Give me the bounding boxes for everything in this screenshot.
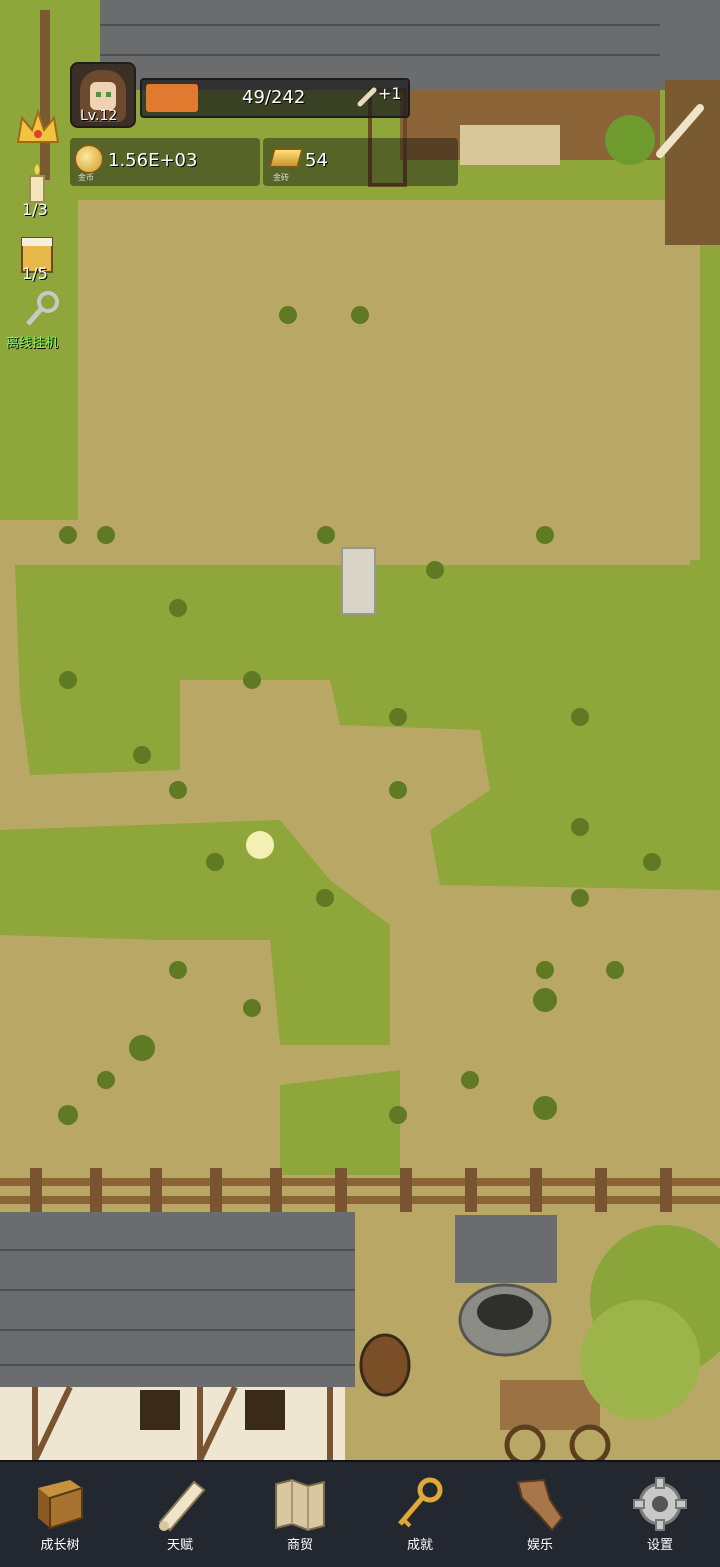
crown-button[interactable] [10, 104, 66, 154]
ingot-value: 54 [305, 150, 328, 171]
ingot-counter[interactable]: 54 金砖 [263, 138, 458, 186]
coin-label: 金币 [78, 173, 94, 182]
wrench-key-icon [26, 291, 59, 326]
house-roof [0, 1212, 355, 1387]
hud: Lv.12 49/242 +1 1.56E+03 金币 54 金砖 [0, 0, 720, 200]
candle-count: 1/3 [22, 200, 48, 219]
bottom-nav: 成长树 天赋 商贸 成就 娱乐 设置 [0, 1460, 720, 1567]
well-opening [477, 1294, 533, 1330]
key-icon [398, 1477, 443, 1528]
coin-icon [74, 144, 104, 174]
coin-counter[interactable]: 1.56E+03 金币 [70, 138, 260, 186]
game-map[interactable] [0, 0, 720, 1460]
house-window-left [140, 1390, 180, 1430]
sparkle-pickup[interactable] [246, 831, 274, 859]
nav-settings[interactable]: 设置 [605, 1462, 715, 1567]
nav-achievement[interactable]: 成就 [365, 1462, 475, 1567]
house-window-right [245, 1390, 285, 1430]
parchment-icon [516, 1478, 564, 1532]
grass-patch-fence [280, 1070, 400, 1175]
drink-count: 1/5 [22, 264, 48, 283]
drink-button[interactable]: 1/5 [10, 232, 66, 284]
book-icon [38, 1480, 83, 1530]
idle-label: 离线挂机 [6, 336, 59, 351]
wooden-cart [500, 1380, 600, 1430]
nav-label: 天赋 [166, 1538, 193, 1553]
stone-marker[interactable] [341, 547, 376, 615]
nav-entertainment[interactable]: 娱乐 [485, 1462, 595, 1567]
well-roof [455, 1215, 557, 1283]
nav-growth-tree[interactable]: 成长树 [5, 1462, 115, 1567]
candle-icon [29, 164, 45, 203]
xp-bar-fill [146, 84, 198, 112]
nav-talent[interactable]: 天赋 [125, 1462, 235, 1567]
barrel [359, 1333, 411, 1397]
nav-label: 商贸 [286, 1538, 313, 1553]
bone-icon [357, 87, 377, 107]
gold-ingot-icon [268, 148, 304, 168]
bone-weapon-icon[interactable] [652, 100, 708, 160]
idle-button[interactable]: 离线挂机 [6, 288, 76, 351]
scroll-icon [158, 1480, 206, 1532]
map-icon [275, 1478, 325, 1532]
nav-trade[interactable]: 商贸 [245, 1462, 355, 1567]
candle-button[interactable]: 1/3 [10, 160, 66, 220]
xp-bonus: +1 [378, 84, 402, 103]
ingot-label: 金砖 [273, 173, 289, 182]
tree-canopy-lower [580, 1300, 700, 1420]
coin-value: 1.56E+03 [108, 150, 198, 171]
nav-label: 设置 [646, 1538, 673, 1553]
crown-icon [16, 108, 60, 143]
nav-label: 成长树 [40, 1538, 80, 1553]
nav-label: 娱乐 [526, 1538, 553, 1553]
dirt-field-top [78, 200, 700, 560]
gear-icon [633, 1477, 687, 1531]
xp-text: 49/242 [242, 87, 306, 108]
nav-label: 成就 [406, 1538, 433, 1553]
player-level: Lv.12 [80, 108, 118, 124]
